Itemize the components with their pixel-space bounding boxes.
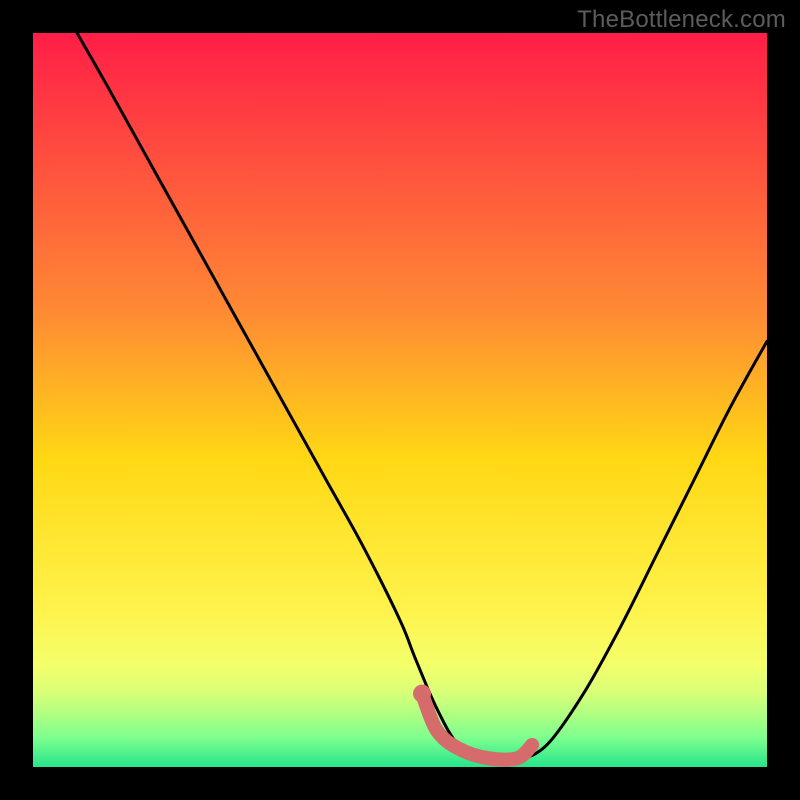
plot-area bbox=[33, 33, 767, 767]
highlight-dot bbox=[413, 685, 431, 703]
chart-frame: TheBottleneck.com bbox=[0, 0, 800, 800]
attribution-text: TheBottleneck.com bbox=[577, 6, 786, 34]
curve-layer bbox=[33, 33, 767, 767]
bottleneck-curve bbox=[77, 33, 767, 761]
highlight-segment bbox=[422, 694, 532, 760]
